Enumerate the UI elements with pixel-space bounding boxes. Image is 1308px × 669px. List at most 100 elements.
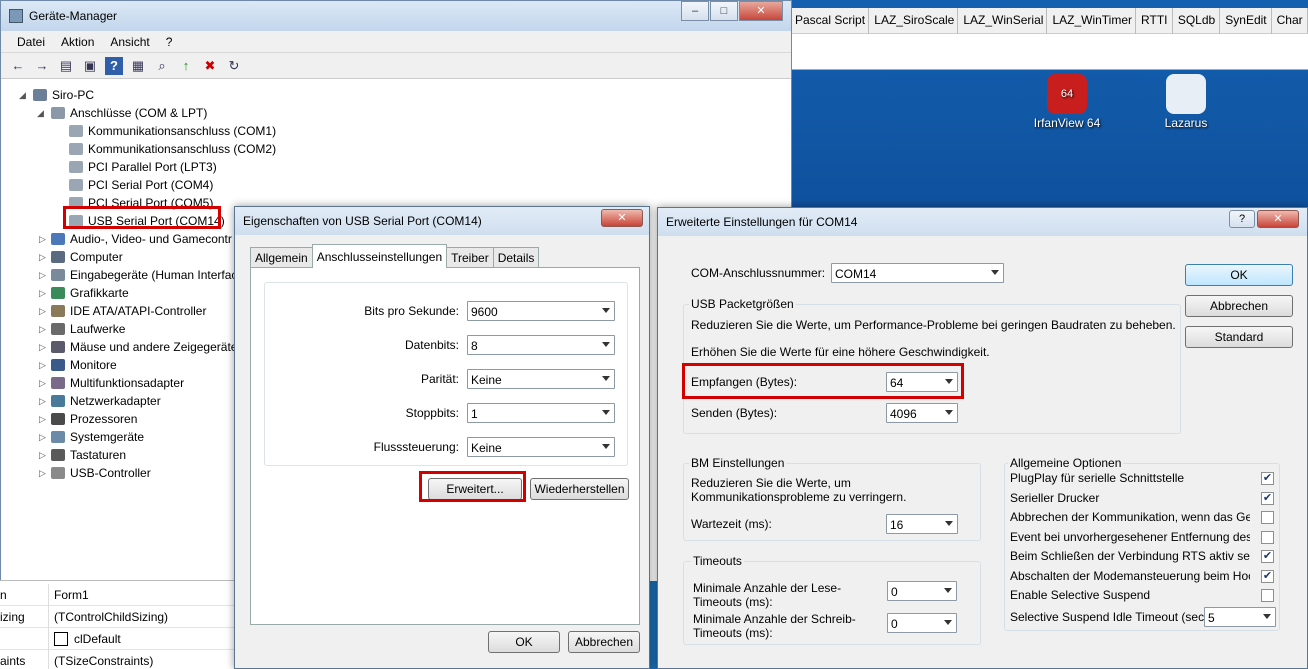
ide-tab[interactable]: LAZ_SiroScale [869, 8, 959, 34]
tree-category-item[interactable]: Monitore [51, 356, 117, 374]
field-select[interactable]: 9600 [467, 301, 615, 321]
ide-tab[interactable]: SynEdit [1220, 8, 1272, 34]
option-label: PlugPlay für serielle Schnittstelle [1010, 471, 1185, 485]
option-checkbox[interactable]: ✔ [1261, 472, 1274, 485]
menu-help[interactable]: ? [158, 31, 181, 52]
menu-datei[interactable]: Datei [9, 31, 53, 52]
prop-row-constraints[interactable]: aints (TSizeConstraints) [0, 650, 234, 669]
tree-category-item[interactable]: Prozessoren [51, 410, 137, 428]
tree-category-item[interactable]: Laufwerke [51, 320, 125, 338]
tree-category-item[interactable]: Systemgeräte [51, 428, 144, 446]
properties-icon[interactable]: ▣ [81, 57, 99, 75]
restore-defaults-button[interactable]: Wiederherstellen [530, 478, 629, 500]
option-checkbox[interactable] [1261, 589, 1274, 602]
expand-icon[interactable]: ▷ [39, 324, 46, 335]
prop-row-color[interactable]: clDefault [0, 628, 234, 650]
uninstall-icon[interactable]: ✖ [201, 57, 219, 75]
ide-tab[interactable]: LAZ_WinTimer [1047, 8, 1137, 34]
menu-ansicht[interactable]: Ansicht [102, 31, 157, 52]
expand-icon[interactable]: ▷ [39, 252, 46, 263]
collapse-icon[interactable]: ◢ [19, 90, 26, 101]
latency-select[interactable]: 16 [886, 514, 958, 534]
tree-port-item[interactable]: Kommunikationsanschluss (COM2) [69, 140, 276, 158]
prop-row-childsizing[interactable]: izing (TControlChildSizing) [0, 606, 234, 628]
tree-category-item[interactable]: Multifunktionsadapter [51, 374, 184, 392]
expand-icon[interactable]: ▷ [39, 306, 46, 317]
tree-category-item[interactable]: Computer [51, 248, 123, 266]
prop-row-name[interactable]: n Form1 [0, 584, 234, 606]
tree-category-item[interactable]: Audio-, Video- und Gamecontr [51, 230, 232, 248]
expand-icon[interactable]: ▷ [39, 234, 46, 245]
scan-hardware-icon[interactable]: ⌕ [153, 57, 171, 75]
option-checkbox[interactable]: ✔ [1261, 491, 1274, 505]
tree-root[interactable]: Siro-PC [33, 86, 94, 104]
expand-icon[interactable]: ▷ [39, 288, 46, 299]
expand-icon[interactable]: ▷ [39, 468, 46, 479]
expand-icon[interactable]: ▷ [39, 270, 46, 281]
ide-tab[interactable]: SQLdb [1173, 8, 1221, 34]
help-button[interactable]: ? [1229, 210, 1255, 228]
forward-icon[interactable]: → [33, 57, 51, 75]
com-port-select[interactable]: COM14 [831, 263, 1004, 283]
enable-device-icon[interactable]: ↻ [225, 57, 243, 75]
ide-tab[interactable]: RTTI [1136, 8, 1173, 34]
collapse-icon[interactable]: ◢ [37, 108, 44, 119]
tree-category-item[interactable]: Netzwerkadapter [51, 392, 161, 410]
expand-icon[interactable]: ▷ [39, 342, 46, 353]
expand-icon[interactable]: ▷ [39, 360, 46, 371]
expand-icon[interactable]: ▷ [39, 450, 46, 461]
view-icon[interactable]: ▤ [57, 57, 75, 75]
tab-anschlusseinstellungen[interactable]: Anschlusseinstellungen [311, 244, 448, 268]
suspend-timeout-select[interactable]: 5 [1204, 607, 1276, 627]
field-select[interactable]: 1 [467, 403, 615, 423]
tree-port-item[interactable]: PCI Serial Port (COM4) [69, 176, 213, 194]
details-icon[interactable]: ▦ [129, 57, 147, 75]
tree-category-item[interactable]: IDE ATA/ATAPI-Controller [51, 302, 206, 320]
option-checkbox[interactable] [1261, 530, 1274, 544]
update-driver-icon[interactable]: ↑ [177, 57, 195, 75]
help-icon[interactable]: ? [105, 56, 123, 75]
send-size-select[interactable]: 4096 [886, 403, 958, 423]
cancel-button[interactable]: Abbrechen [1185, 295, 1293, 317]
expand-icon[interactable]: ▷ [39, 414, 46, 425]
ok-button[interactable]: OK [1185, 264, 1293, 286]
tab-details[interactable]: Details [492, 247, 540, 267]
cancel-button[interactable]: Abbrechen [568, 631, 640, 653]
close-button[interactable]: ✕ [1257, 210, 1299, 228]
maximize-button[interactable]: □ [710, 1, 738, 21]
field-select[interactable]: Keine [467, 369, 615, 389]
tree-category-item[interactable]: USB-Controller [51, 464, 151, 482]
menu-aktion[interactable]: Aktion [53, 31, 102, 52]
expand-icon[interactable]: ▷ [39, 378, 46, 389]
expand-icon[interactable]: ▷ [39, 432, 46, 443]
close-button[interactable]: ✕ [739, 1, 783, 21]
field-select[interactable]: Keine [467, 437, 615, 457]
desktop-icon-irfanview[interactable]: 64 IrfanView 64 [1022, 74, 1112, 130]
close-button[interactable]: ✕ [601, 209, 643, 227]
port-icon [69, 143, 83, 155]
standard-button[interactable]: Standard [1185, 326, 1293, 348]
tree-node-ports[interactable]: Anschlüsse (COM & LPT) [51, 104, 207, 122]
tree-category-item[interactable]: Mäuse und andere Zeigegeräte [51, 338, 237, 356]
desktop-icon-lazarus[interactable]: Lazarus [1141, 74, 1231, 130]
read-timeout-select[interactable]: 0 [887, 581, 957, 601]
tree-port-item[interactable]: Kommunikationsanschluss (COM1) [69, 122, 276, 140]
ide-tab[interactable]: Pascal Script [790, 8, 870, 34]
tree-category-item[interactable]: Grafikkarte [51, 284, 129, 302]
tab-allgemein[interactable]: Allgemein [250, 247, 313, 267]
option-checkbox[interactable]: ✔ [1261, 550, 1274, 563]
write-timeout-select[interactable]: 0 [887, 613, 957, 633]
expand-icon[interactable]: ▷ [39, 396, 46, 407]
tab-treiber[interactable]: Treiber [446, 247, 494, 267]
minimize-button[interactable]: – [681, 1, 709, 21]
ide-tab[interactable]: Char [1272, 8, 1308, 34]
ok-button[interactable]: OK [488, 631, 560, 653]
back-icon[interactable]: ← [9, 57, 27, 75]
ide-tab[interactable]: LAZ_WinSerial [958, 8, 1048, 34]
option-checkbox[interactable] [1261, 511, 1274, 524]
tree-category-item[interactable]: Tastaturen [51, 446, 126, 464]
tree-category-item[interactable]: Eingabegeräte (Human Interfac [51, 266, 237, 284]
field-select[interactable]: 8 [467, 335, 615, 355]
option-checkbox[interactable]: ✔ [1261, 569, 1274, 583]
tree-port-item[interactable]: PCI Parallel Port (LPT3) [69, 158, 217, 176]
